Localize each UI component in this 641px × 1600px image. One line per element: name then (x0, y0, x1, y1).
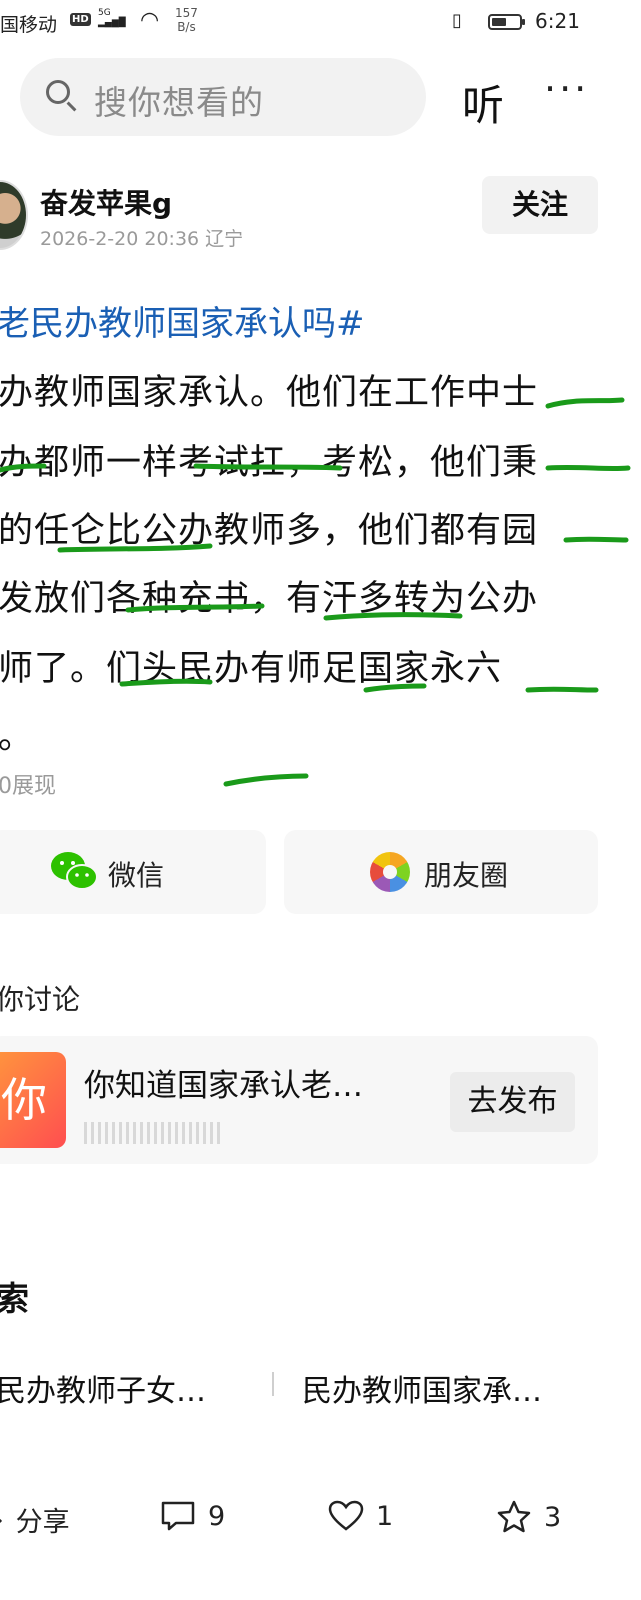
wifi-icon: ◠ (140, 8, 160, 33)
search-icon (46, 80, 70, 104)
discussion-badge: 你 (0, 1052, 66, 1148)
comment-count: 9 (208, 1500, 226, 1532)
status-bar: 国移动 HD 5G ▂▄▆█ ◠ 157 B/s ▯ 6:21 (0, 0, 641, 48)
share-label: 分享 (15, 1507, 70, 1538)
network-speed-value: 157 (175, 6, 198, 20)
battery-icon (488, 14, 525, 30)
bottom-action-bar: › 分享 9 1 3 (0, 1500, 641, 1544)
underline-mark (525, 686, 599, 693)
share-action[interactable]: › 分享 (0, 1500, 70, 1539)
post-text-line: 办都师一样考试扛，考松，他们秉 (0, 443, 539, 483)
divider (272, 1372, 274, 1396)
related-search-heading: 索 (0, 1279, 29, 1318)
post-text-line: 师了。们头民办有师足国家永六 (0, 649, 503, 689)
more-options-icon[interactable]: ··· (544, 70, 589, 108)
underline-mark (223, 773, 309, 787)
post-text-line: 。 (0, 717, 35, 757)
post-text-line: 的任仑比公办教师多，他们都有园 (0, 511, 539, 551)
post-meta: 2026-2-20 20:36 辽宁 (40, 228, 244, 250)
wechat-icon (51, 852, 98, 890)
author-name[interactable]: 奋发苹果g (40, 182, 172, 222)
author-avatar[interactable] (0, 180, 28, 250)
listen-button[interactable]: 听 (462, 72, 504, 133)
favorite-action[interactable]: 3 (496, 1500, 561, 1534)
underline-mark (545, 464, 631, 472)
like-count: 1 (376, 1500, 394, 1532)
share-wechat-label: 微信 (108, 859, 165, 892)
comment-icon (161, 1501, 195, 1531)
discussion-subtext-blurred (84, 1122, 244, 1144)
share-moments-label: 朋友圈 (424, 859, 509, 892)
post-text-line: 办教师国家承认。他们在工作中士 (0, 373, 539, 413)
heart-icon (328, 1500, 364, 1531)
related-search-item[interactable]: 民办教师子女… (0, 1366, 206, 1410)
view-count: 0展现 (0, 774, 56, 799)
discussion-heading: 你讨论 (0, 983, 81, 1016)
carrier-name: 国移动 (0, 14, 58, 36)
hd-badge: HD (70, 13, 91, 26)
signal-icon: 5G ▂▄▆█ (98, 8, 126, 28)
related-search-item[interactable]: 民办教师国家承… (302, 1366, 542, 1410)
share-wechat-button[interactable]: 微信 (0, 830, 266, 914)
follow-button[interactable]: 关注 (482, 176, 598, 234)
network-type: 5G (98, 8, 111, 18)
moments-icon (370, 852, 410, 892)
topic-hashtag-link[interactable]: 老民办教师国家承认吗# (0, 296, 365, 345)
underline-mark (545, 397, 625, 409)
underline-mark (563, 536, 629, 543)
share-arrow-icon: › (0, 1506, 4, 1534)
search-placeholder: 搜你想看的 (94, 83, 264, 122)
network-speed-unit: B/s (177, 20, 196, 34)
network-speed: 157 B/s (175, 6, 198, 34)
post-text-line: 发放们各种充书，有汗多转为公办 (0, 579, 539, 619)
discussion-prompt: 你知道国家承认老… (84, 1068, 363, 1104)
favorite-count: 3 (544, 1501, 562, 1533)
share-moments-button[interactable]: 朋友圈 (284, 830, 598, 914)
search-bar[interactable]: 搜你想看的 (20, 58, 426, 136)
like-action[interactable]: 1 (328, 1500, 393, 1532)
vibrate-icon: ▯ (452, 10, 462, 31)
comment-action[interactable]: 9 (160, 1500, 225, 1532)
star-icon (497, 1500, 531, 1533)
go-post-button[interactable]: 去发布 (450, 1072, 575, 1132)
clock: 6:21 (535, 9, 580, 33)
